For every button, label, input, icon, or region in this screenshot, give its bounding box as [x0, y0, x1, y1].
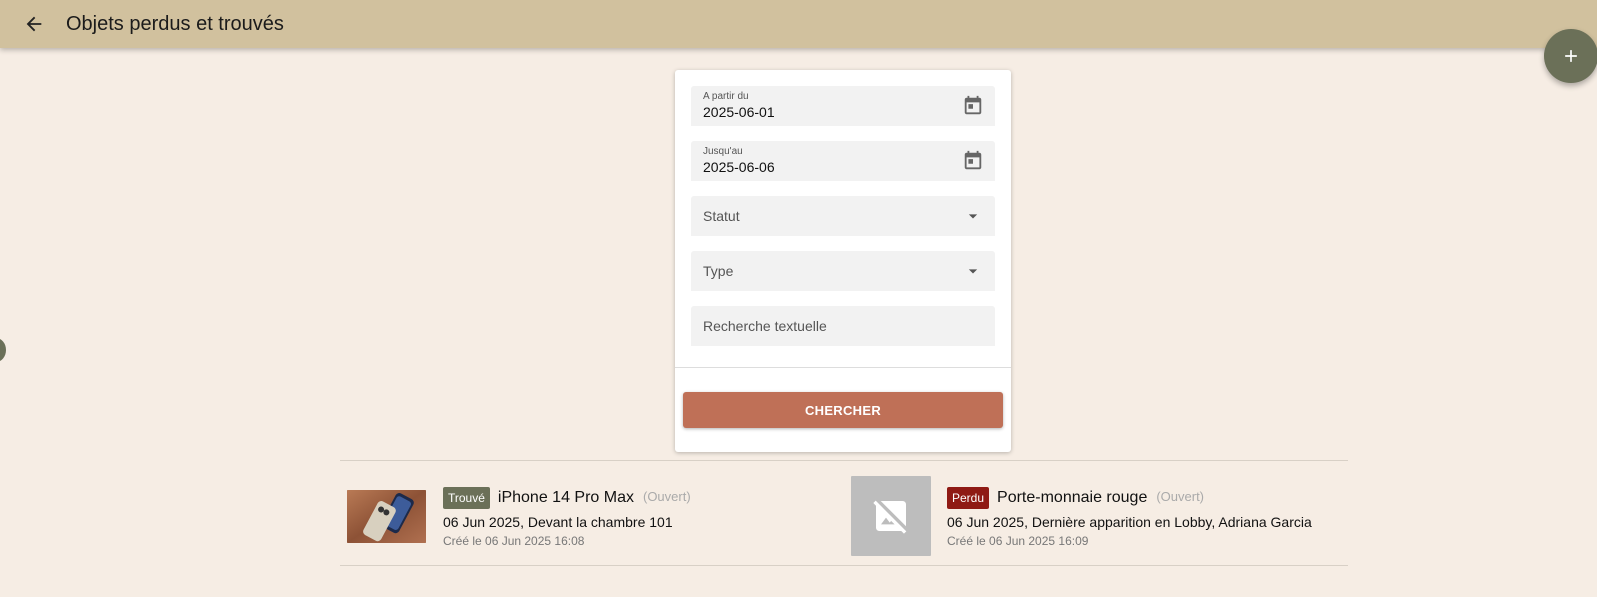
results-divider-bottom [340, 565, 1348, 566]
to-date-label: Jusqu'au [703, 146, 743, 157]
item-text: Perdu Porte-monnaie rouge (Ouvert) 06 Ju… [947, 486, 1312, 548]
from-date-value: 2025-06-01 [703, 104, 775, 120]
page-title: Objets perdus et trouvés [66, 12, 284, 35]
text-search-placeholder: Recherche textuelle [703, 318, 827, 334]
item-detail: 06 Jun 2025, Dernière apparition en Lobb… [947, 514, 1312, 530]
type-select[interactable]: Type [691, 251, 995, 291]
status-badge: Trouvé [443, 487, 490, 509]
item-text: Trouvé iPhone 14 Pro Max (Ouvert) 06 Jun… [443, 486, 691, 548]
no-image-icon [873, 500, 907, 534]
item-state: (Ouvert) [1156, 488, 1205, 504]
chevron-down-icon [961, 204, 985, 228]
back-button[interactable] [10, 0, 58, 48]
arrow-left-icon [26, 16, 42, 32]
to-date-value: 2025-06-06 [703, 159, 775, 175]
sidebar-toggle-handle[interactable] [0, 338, 6, 362]
search-button[interactable]: CHERCHER [683, 392, 1003, 428]
type-placeholder: Type [703, 263, 734, 279]
from-date-field[interactable]: A partir du 2025-06-01 [691, 86, 995, 126]
list-item[interactable]: Perdu Porte-monnaie rouge (Ouvert) 06 Ju… [851, 476, 1351, 558]
item-name: Porte-monnaie rouge [997, 489, 1148, 506]
status-badge: Perdu [947, 487, 990, 509]
plus-icon [1565, 50, 1577, 62]
item-created: Créé le 06 Jun 2025 16:08 [443, 534, 585, 548]
to-date-field[interactable]: Jusqu'au 2025-06-06 [691, 141, 995, 181]
chevron-down-icon [961, 259, 985, 283]
text-search-input[interactable]: Recherche textuelle [691, 306, 995, 346]
calendar-icon[interactable] [961, 94, 985, 118]
card-divider [675, 367, 1011, 368]
from-date-label: A partir du [703, 91, 749, 102]
calendar-icon[interactable] [961, 149, 985, 173]
item-state: (Ouvert) [642, 488, 691, 504]
status-placeholder: Statut [703, 208, 740, 224]
item-created: Créé le 06 Jun 2025 16:09 [947, 534, 1089, 548]
item-name: iPhone 14 Pro Max [497, 489, 634, 506]
status-select[interactable]: Statut [691, 196, 995, 236]
search-filter-card: A partir du 2025-06-01 Jusqu'au 2025-06-… [675, 70, 1011, 452]
no-image-placeholder [851, 476, 931, 556]
list-item[interactable]: Trouvé iPhone 14 Pro Max (Ouvert) 06 Jun… [347, 476, 827, 558]
app-bar: Objets perdus et trouvés [0, 0, 1597, 48]
item-detail: 06 Jun 2025, Devant la chambre 101 [443, 514, 673, 530]
add-item-button[interactable] [1544, 29, 1597, 83]
item-photo[interactable] [347, 490, 426, 543]
results-divider-top [340, 460, 1348, 461]
